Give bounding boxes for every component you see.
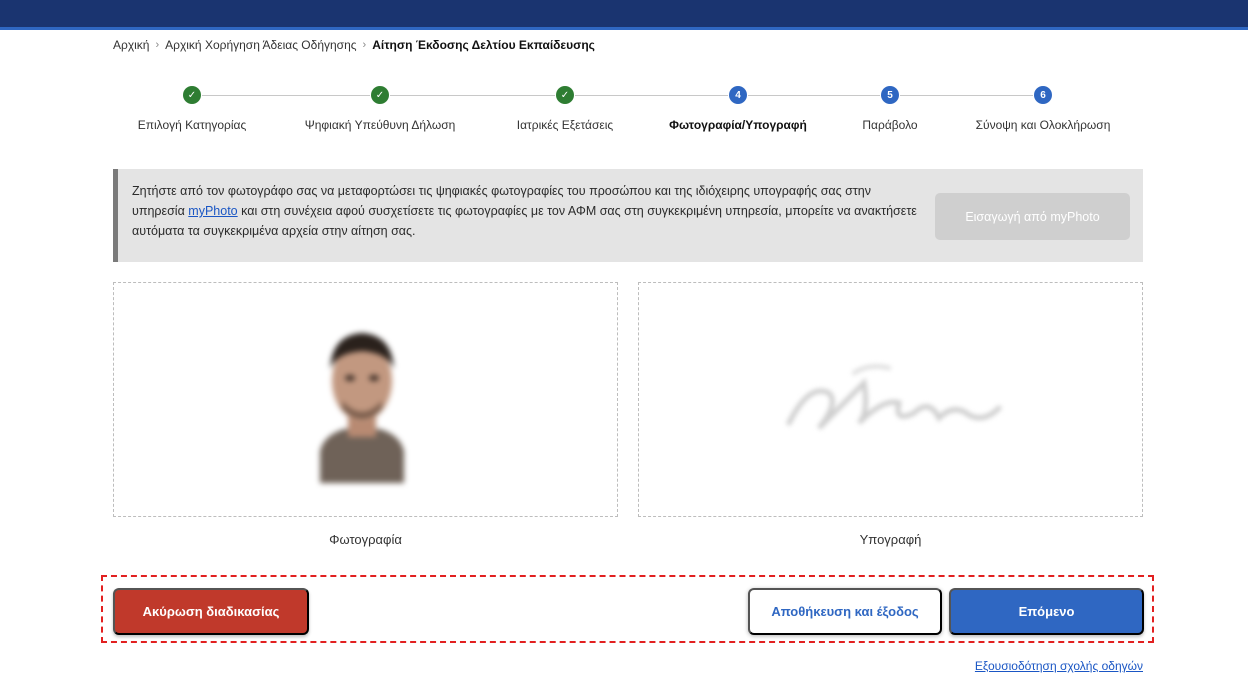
breadcrumb: Αρχική › Αρχική Χορήγηση Άδειας Οδήγησης… bbox=[113, 38, 595, 52]
breadcrumb-current: Αίτηση Έκδοσης Δελτίου Εκπαίδευσης bbox=[372, 38, 595, 52]
driving-school-authorization-link[interactable]: Εξουσιοδότηση σχολής οδηγών bbox=[975, 659, 1143, 673]
import-from-myphoto-button[interactable]: Εισαγωγή από myPhoto bbox=[935, 193, 1130, 240]
info-text-end: και στη συνέχεια αφού συσχετίσετε τις φω… bbox=[132, 204, 917, 238]
check-icon: ✓ bbox=[183, 86, 201, 104]
step-category: ✓ Επιλογή Κατηγορίας bbox=[102, 86, 282, 132]
step-label: Ψηφιακή Υπεύθυνη Δήλωση bbox=[304, 118, 456, 132]
step-medical: ✓ Ιατρικές Εξετάσεις bbox=[475, 86, 655, 132]
step-label: Σύνοψη και Ολοκλήρωση bbox=[975, 118, 1111, 132]
info-message: Ζητήστε από τον φωτογράφο σας να μεταφορ… bbox=[132, 181, 922, 241]
cancel-process-button[interactable]: Ακύρωση διαδικασίας bbox=[113, 588, 309, 635]
signature-upload-area[interactable] bbox=[638, 282, 1143, 517]
breadcrumb-separator-icon: › bbox=[362, 39, 367, 51]
top-header-bar bbox=[0, 0, 1248, 30]
step-label: Επιλογή Κατηγορίας bbox=[137, 118, 247, 132]
breadcrumb-driving-license[interactable]: Αρχική Χορήγηση Άδειας Οδήγησης bbox=[165, 38, 356, 52]
check-icon: ✓ bbox=[556, 86, 574, 104]
next-button[interactable]: Επόμενο bbox=[949, 588, 1144, 635]
myphoto-info-panel: Ζητήστε από τον φωτογράφο σας να μεταφορ… bbox=[113, 169, 1143, 262]
progress-stepper: ✓ Επιλογή Κατηγορίας ✓ Ψηφιακή Υπεύθυνη … bbox=[0, 86, 1248, 136]
save-and-exit-button[interactable]: Αποθήκευση και έξοδος bbox=[748, 588, 942, 635]
step-label: Ιατρικές Εξετάσεις bbox=[516, 118, 614, 132]
step-number-badge: 6 bbox=[1034, 86, 1052, 104]
breadcrumb-separator-icon: › bbox=[155, 39, 160, 51]
portrait-photo bbox=[312, 323, 412, 483]
photo-caption: Φωτογραφία bbox=[329, 532, 402, 547]
photo-upload-area[interactable] bbox=[113, 282, 618, 517]
form-actions-highlight: Ακύρωση διαδικασίας Αποθήκευση και έξοδο… bbox=[101, 575, 1154, 643]
myphoto-link[interactable]: myPhoto bbox=[188, 204, 237, 218]
step-number-badge: 5 bbox=[881, 86, 899, 104]
signature-image bbox=[786, 364, 1002, 430]
step-summary: 6 Σύνοψη και Ολοκλήρωση bbox=[953, 86, 1133, 132]
step-number-badge: 4 bbox=[729, 86, 747, 104]
check-icon: ✓ bbox=[371, 86, 389, 104]
step-declaration: ✓ Ψηφιακή Υπεύθυνη Δήλωση bbox=[290, 86, 470, 132]
signature-caption: Υπογραφή bbox=[859, 532, 922, 547]
breadcrumb-home[interactable]: Αρχική bbox=[113, 38, 149, 52]
